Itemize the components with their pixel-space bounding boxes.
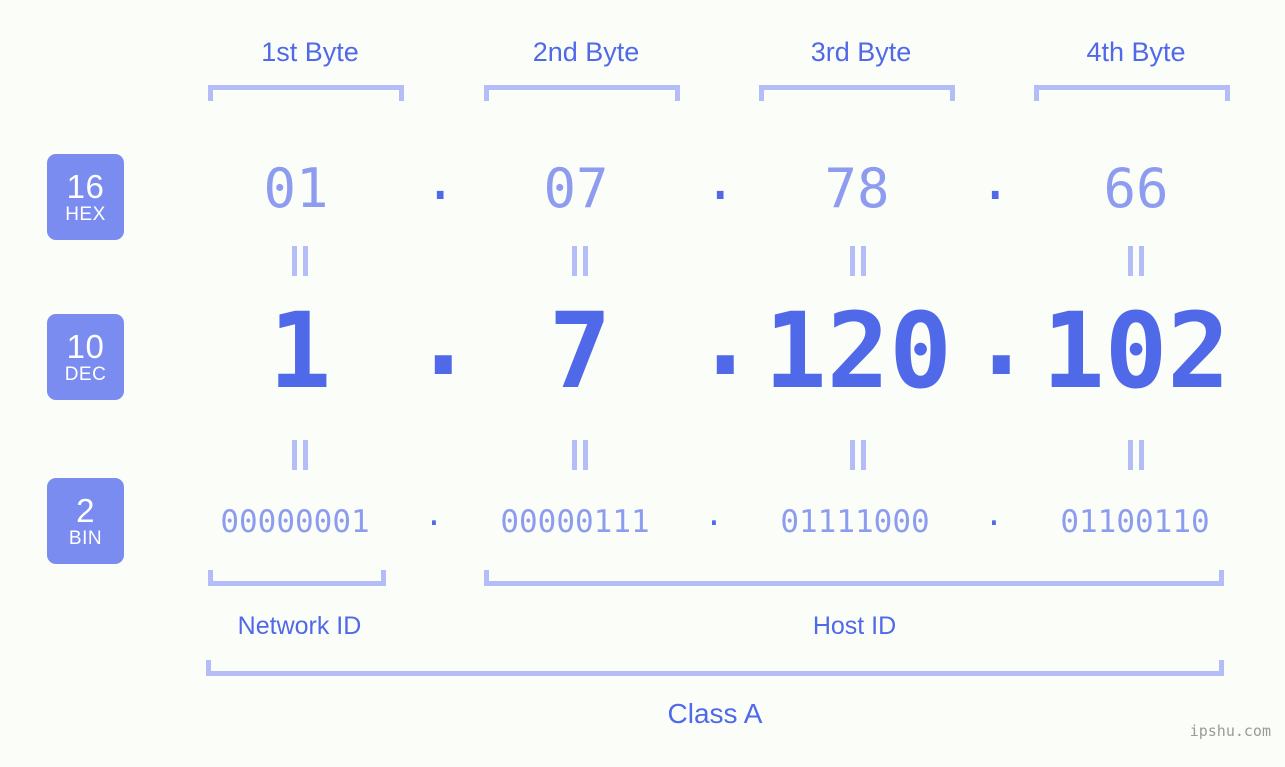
dec-octet-1: 1 bbox=[268, 290, 332, 412]
equals-icon-hex-dec-1 bbox=[288, 246, 312, 276]
host-id-bracket bbox=[484, 570, 1224, 586]
equals-icon-dec-bin-3 bbox=[846, 440, 870, 470]
equals-icon-dec-bin-4 bbox=[1124, 440, 1148, 470]
dec-value-row: 1 . 7 . 120 . 102 bbox=[0, 277, 1285, 412]
site-watermark: ipshu.com bbox=[1189, 722, 1271, 740]
byte-header-label-2: 2nd Byte bbox=[532, 37, 640, 67]
hex-value-row: 01 . 07 . 78 . 66 bbox=[0, 148, 1285, 230]
byte-header-label-3: 3rd Byte bbox=[810, 37, 912, 67]
class-label: Class A bbox=[667, 698, 763, 729]
network-id-bracket bbox=[208, 570, 386, 586]
class-bracket bbox=[206, 660, 1224, 676]
byte-bracket-2 bbox=[484, 85, 680, 101]
hex-octet-2: 07 bbox=[543, 157, 609, 220]
byte-header-label-4: 4th Byte bbox=[1086, 37, 1186, 67]
ip-address-breakdown-diagram: 1st Byte 2nd Byte 3rd Byte 4th Byte 16 H… bbox=[0, 0, 1285, 767]
bin-separator-2: . bbox=[704, 497, 724, 533]
byte-header-label-1: 1st Byte bbox=[261, 37, 359, 67]
dec-separator-2: . bbox=[694, 277, 757, 399]
equals-icon-dec-bin-2 bbox=[568, 440, 592, 470]
bin-octet-4: 01100110 bbox=[1060, 504, 1210, 540]
dec-octet-2: 7 bbox=[548, 290, 612, 412]
bin-octet-3: 01111000 bbox=[780, 504, 930, 540]
bin-octet-2: 00000111 bbox=[500, 504, 650, 540]
equals-icon-dec-bin-1 bbox=[288, 440, 312, 470]
hex-separator-3: . bbox=[979, 149, 1012, 212]
byte-bracket-4 bbox=[1034, 85, 1230, 101]
equals-icon-hex-dec-4 bbox=[1124, 246, 1148, 276]
hex-octet-4: 66 bbox=[1103, 157, 1169, 220]
hex-octet-1: 01 bbox=[263, 157, 329, 220]
network-id-label: Network ID bbox=[237, 612, 362, 640]
bin-value-row: 00000001 . 00000111 . 01111000 . 0110011… bbox=[0, 494, 1285, 550]
dec-separator-1: . bbox=[412, 277, 475, 399]
equals-icon-hex-dec-3 bbox=[846, 246, 870, 276]
byte-bracket-3 bbox=[759, 85, 955, 101]
host-id-label: Host ID bbox=[812, 612, 897, 640]
equals-icon-hex-dec-2 bbox=[568, 246, 592, 276]
dec-separator-3: . bbox=[970, 277, 1033, 399]
byte-bracket-1 bbox=[208, 85, 404, 101]
dec-octet-4: 102 bbox=[1042, 290, 1230, 412]
bin-separator-1: . bbox=[424, 497, 444, 533]
dec-octet-3: 120 bbox=[764, 290, 952, 412]
bin-separator-3: . bbox=[984, 497, 1004, 533]
hex-separator-2: . bbox=[704, 149, 737, 212]
bin-octet-1: 00000001 bbox=[220, 504, 370, 540]
hex-separator-1: . bbox=[424, 149, 457, 212]
hex-octet-3: 78 bbox=[824, 157, 890, 220]
